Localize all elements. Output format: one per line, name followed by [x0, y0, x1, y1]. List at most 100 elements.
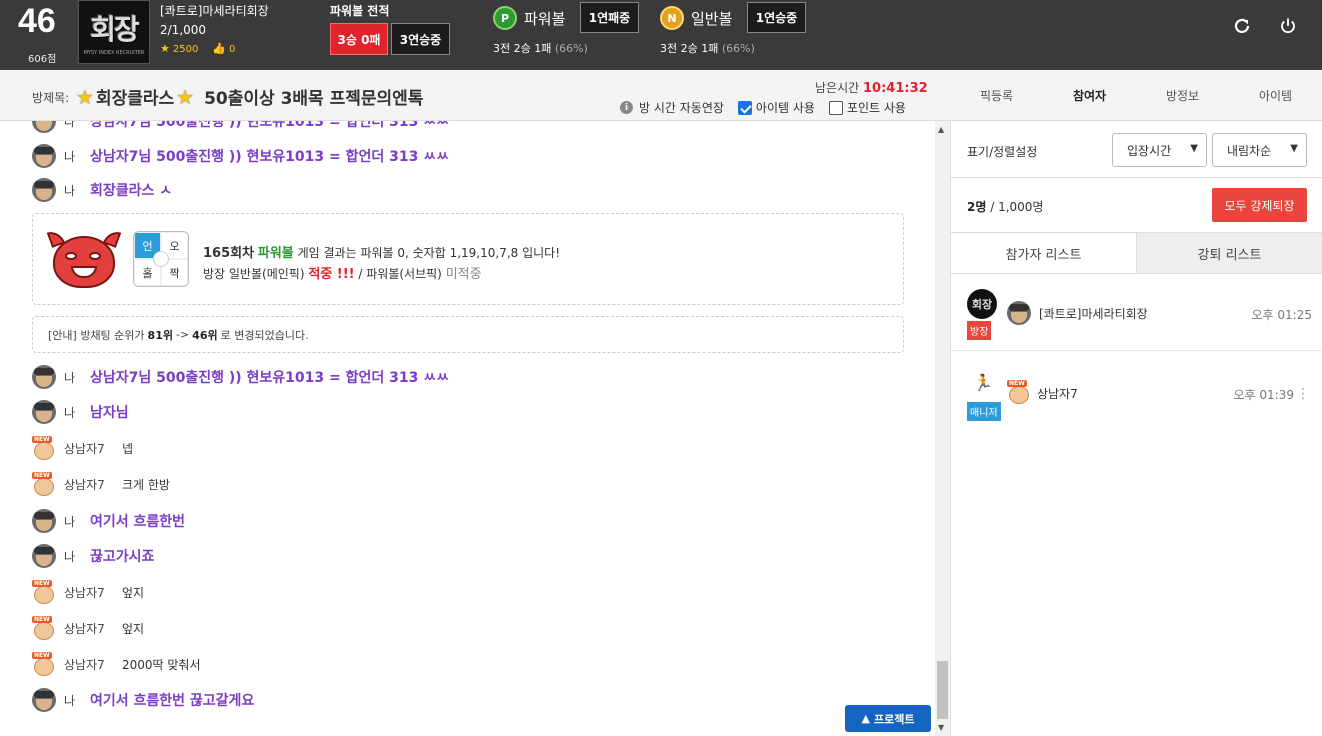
chat-message: 나 상남자7님 500출진행 )) 현보유1013 = 합언더 313 ㅆㅆ [32, 363, 449, 391]
auto-extend-label: 방 시간 자동연장 [639, 101, 724, 115]
chat-message: 나 회장클라스 ㅅ [32, 176, 172, 204]
chat-area: 나 상남자7님 500출진행 )) 현보유1013 = 합언더 313 ㅆㅆ 나… [0, 121, 935, 736]
powerball-record-title: 파워볼 전적 [330, 4, 390, 18]
join-time: 오후 01:25 [1251, 308, 1312, 322]
avatar: NEW [32, 436, 56, 460]
avatar [32, 121, 56, 133]
thumbs-up-icon: 👍 [212, 42, 227, 55]
tab-participant-list[interactable]: 참가자 리스트 [951, 233, 1137, 273]
point-use-checkbox[interactable] [828, 100, 843, 115]
chat-message: 나 끊고가시죠 [32, 542, 154, 570]
scroll-up-icon[interactable]: ▲ [938, 125, 944, 134]
star-icon: ★ [160, 42, 170, 55]
scroll-thumb[interactable] [937, 661, 948, 719]
kick-all-button[interactable]: 모두 강제퇴장 [1212, 188, 1307, 222]
avatar: NEW [32, 652, 56, 676]
power-icon[interactable] [1276, 14, 1300, 38]
room-title: ★ 회장클라스 ★ 50출이상 3배목 프젝문의엔톡 [76, 84, 424, 110]
streak-badge: 3연승중 [391, 23, 450, 55]
normalball-label: 일반볼 [691, 10, 733, 28]
tab-pick-register[interactable]: 픽등록 [950, 70, 1043, 121]
avatar [32, 178, 56, 202]
role-badge: 방장 [967, 321, 992, 340]
powerball-icon: P [493, 6, 517, 30]
avatar [32, 688, 56, 712]
participant-count: 2명 / 1,000명 [967, 200, 1044, 214]
win-loss-badge: 3승 0패 [330, 23, 388, 55]
chat-message: NEW 상남자7 넵 [32, 434, 133, 462]
normalball-icon: N [660, 6, 684, 30]
participant-row[interactable]: 🏃 매니저 NEW 상남자7 오후 01:39 ⋮ [951, 353, 1322, 427]
time-remaining: 남은시간 10:41:32 [815, 81, 928, 96]
participant-name: [콰트로]마세라티회장 [1039, 307, 1148, 321]
chat-message: NEW 상남자7 2000딱 맞춰서 [32, 650, 201, 678]
project-button[interactable]: ▲ 프로젝트 [845, 705, 931, 732]
normalball-record: 3전 2승 1패 (66%) [660, 42, 755, 55]
more-vertical-icon[interactable]: ⋮ [1296, 386, 1310, 402]
participant-name: 상남자7 [1037, 387, 1078, 401]
sort-field-select[interactable]: 입장시간 ▼ [1112, 133, 1207, 167]
user-level: 46 [18, 2, 56, 40]
avatar [32, 365, 56, 389]
avatar [32, 400, 56, 424]
user-points: 606점 [28, 54, 57, 65]
chevron-down-icon: ▼ [1290, 143, 1298, 154]
chat-message: NEW 상남자7 엎지 [32, 578, 144, 606]
join-time: 오후 01:39 [1233, 388, 1294, 402]
sort-settings-label: 표기/정렬설정 [967, 145, 1038, 159]
game-result-card: 언 오 홀 짝 165회차 파워볼 게임 결과는 파워볼 0, 숫자합 1,19… [32, 213, 904, 305]
right-tabs: 픽등록 참여자 방정보 아이템 [950, 70, 1322, 121]
avatar [1007, 301, 1031, 325]
powerball-label: 파워볼 [524, 10, 566, 28]
chat-scrollbar[interactable]: ▲ ▼ [935, 121, 950, 736]
chat-message: 나 상남자7님 500출진행 )) 현보유1013 = 합언더 313 ㅆㅆ [32, 121, 449, 135]
participant-tabs: 참가자 리스트 강퇴 리스트 [951, 233, 1322, 274]
rank-notice: [안내] 방채팅 순위가 81위 -> 46위 로 변경되었습니다. [32, 316, 904, 353]
user-count: 2/1,000 [160, 23, 207, 37]
result-summary: 165회차 파워볼 게임 결과는 파워볼 0, 숫자합 1,19,10,7,8 … [203, 246, 561, 261]
user-stats: ★ 2500 👍 0 [160, 42, 236, 55]
info-icon: i [620, 101, 633, 114]
chat-message: 나 남자님 [32, 398, 129, 426]
avatar: NEW [32, 580, 56, 604]
refresh-icon[interactable] [1230, 14, 1254, 38]
user-name: [콰트로]마세라티회장 [160, 4, 269, 18]
result-pick-status: 방장 일반볼(메인픽) 적중 !!! / 파워볼(서브픽) 미적중 [203, 267, 482, 282]
participant-row[interactable]: 회장 방장 [콰트로]마세라티회장 오후 01:25 [951, 277, 1322, 351]
star-icon: ★ [76, 84, 94, 109]
tab-kicked-list[interactable]: 강퇴 리스트 [1137, 233, 1322, 273]
tab-room-info[interactable]: 방정보 [1136, 70, 1229, 121]
normalball-streak: 1연승중 [747, 2, 806, 33]
avatar: NEW [1007, 380, 1031, 404]
chevron-down-icon: ▼ [1190, 143, 1198, 154]
role-badge: 매니저 [967, 402, 1001, 421]
participants-panel: 표기/정렬설정 입장시간 ▼ 내림차순 ▼ 2명 / 1,000명 모두 강제퇴장 … [951, 121, 1322, 736]
star-icon: ★ [176, 84, 195, 109]
top-bar: 46 606점 회장 MYSY INDEX RECRUITER [콰트로]마세라… [0, 0, 1322, 70]
sort-order-select[interactable]: 내림차순 ▼ [1212, 133, 1307, 167]
item-use-label[interactable]: 아이템 사용 [756, 99, 815, 116]
chat-message: NEW 상남자7 크게 한방 [32, 470, 170, 498]
chat-message: 나 여기서 흐름한번 [32, 507, 185, 535]
avatar [32, 544, 56, 568]
avatar: NEW [32, 472, 56, 496]
running-man-icon: 🏃 [973, 373, 993, 392]
caret-up-icon: ▲ [861, 712, 870, 725]
room-options: i 방 시간 자동연장 아이템 사용 포인트 사용 [620, 99, 906, 116]
powerball-streak: 1연패중 [580, 2, 639, 33]
devil-icon [46, 228, 122, 292]
chat-message: 나 여기서 흐름한번 끊고갈게요 [32, 686, 254, 714]
tab-items[interactable]: 아이템 [1229, 70, 1322, 121]
room-title-label: 방제목: [32, 91, 70, 105]
user-logo: 회장 MYSY INDEX RECRUITER [78, 0, 150, 64]
chat-message: 나 상남자7님 500출진행 )) 현보유1013 = 합언더 313 ㅆㅆ [32, 142, 449, 170]
avatar [32, 144, 56, 168]
avatar: NEW [32, 616, 56, 640]
powerball-record: 3전 2승 1패 (66%) [493, 42, 588, 55]
scroll-down-icon[interactable]: ▼ [938, 723, 944, 732]
room-header: 방제목: ★ 회장클라스 ★ 50출이상 3배목 프젝문의엔톡 남은시간 10:… [0, 70, 1322, 121]
chat-message: NEW 상남자7 엎지 [32, 614, 144, 642]
tab-participants[interactable]: 참여자 [1043, 70, 1136, 121]
point-use-label[interactable]: 포인트 사용 [847, 99, 906, 116]
item-use-checkbox[interactable] [737, 100, 752, 115]
